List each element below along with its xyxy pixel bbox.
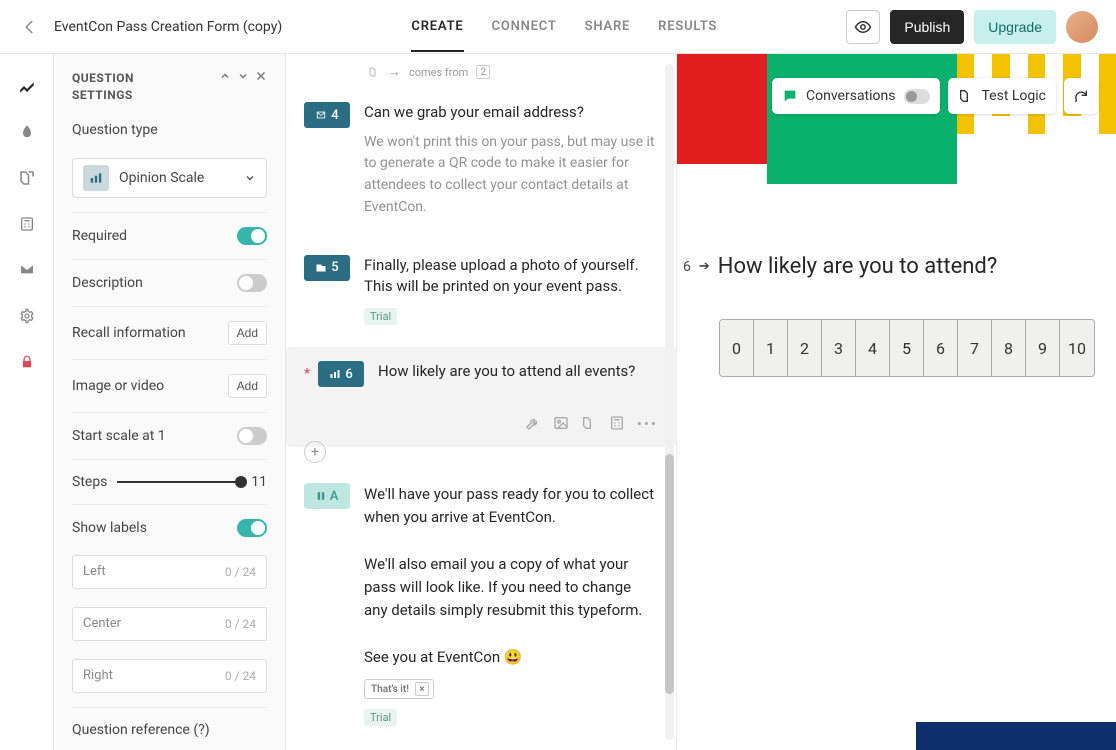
calc-icon[interactable] xyxy=(609,415,625,433)
arrow-right-icon: ➔ xyxy=(699,259,710,274)
conversations-chip[interactable]: Conversations xyxy=(772,78,939,114)
question-type-label: Question type xyxy=(72,122,267,138)
question-title: We'll have your pass ready for you to co… xyxy=(364,483,658,669)
rail-content-icon[interactable] xyxy=(0,64,54,108)
steps-slider[interactable] xyxy=(117,481,241,483)
scale-cell[interactable]: 2 xyxy=(788,320,822,376)
rail-followups-icon[interactable] xyxy=(0,248,54,292)
scrollbar-thumb[interactable] xyxy=(665,454,674,694)
question-item-end[interactable]: A We'll have your pass ready for you to … xyxy=(304,469,658,748)
scale-cell[interactable]: 4 xyxy=(856,320,890,376)
question-title: Finally, please upload a photo of yourse… xyxy=(364,255,658,299)
show-labels-label: Show labels xyxy=(72,520,147,536)
preview-footer-deco xyxy=(916,722,1116,750)
question-reference-label[interactable]: Question reference (?) xyxy=(72,707,267,750)
opinion-scale-icon xyxy=(83,165,109,191)
publish-button[interactable]: Publish xyxy=(890,10,964,44)
rail-design-icon[interactable] xyxy=(0,110,54,154)
tab-create[interactable]: CREATE xyxy=(411,1,463,52)
scale-cell[interactable]: 0 xyxy=(720,320,754,376)
close-icon[interactable]: × xyxy=(415,682,429,696)
scale-cell[interactable]: 6 xyxy=(924,320,958,376)
question-badge-file: 5 xyxy=(304,255,350,281)
preview-button[interactable] xyxy=(846,10,880,44)
trial-tag: Trial xyxy=(364,308,397,325)
settings-title: QUESTIONSETTINGS xyxy=(72,70,134,104)
question-badge-scale: 6 xyxy=(318,361,364,387)
rail-settings-icon[interactable] xyxy=(0,294,54,338)
question-type-select[interactable]: Opinion Scale xyxy=(72,158,267,198)
rail-logic-icon[interactable] xyxy=(0,156,54,200)
description-toggle[interactable] xyxy=(237,274,267,292)
question-badge-email: 4 xyxy=(304,102,350,128)
required-star-icon: * xyxy=(304,366,310,382)
more-icon[interactable]: ••• xyxy=(637,415,658,433)
trial-tag: Trial xyxy=(364,709,397,726)
label-left-input[interactable]: Left0 / 24 xyxy=(72,555,267,589)
question-title: Can we grab your email address? xyxy=(364,102,658,124)
required-label: Required xyxy=(72,228,127,244)
add-question-button[interactable]: + xyxy=(304,441,326,463)
question-type-value: Opinion Scale xyxy=(119,170,204,186)
media-label: Image or video xyxy=(72,378,164,394)
question-badge-end: A xyxy=(304,483,350,509)
chat-icon xyxy=(782,88,798,104)
wrench-icon[interactable] xyxy=(525,415,541,433)
back-button[interactable] xyxy=(18,15,42,39)
rail-lock-icon[interactable] xyxy=(0,340,54,384)
steps-label: Steps xyxy=(72,474,107,490)
branch-icon[interactable] xyxy=(581,415,597,433)
preview-question-title: How likely are you to attend? xyxy=(718,254,997,279)
test-logic-chip[interactable]: Test Logic xyxy=(948,78,1057,114)
tab-connect[interactable]: CONNECT xyxy=(492,1,557,52)
refresh-button[interactable] xyxy=(1064,78,1098,114)
scale-cell[interactable]: 1 xyxy=(754,320,788,376)
media-add-button[interactable]: Add xyxy=(228,374,267,398)
rail-calculator-icon[interactable] xyxy=(0,202,54,246)
label-center-input[interactable]: Center0 / 24 xyxy=(72,607,267,641)
scale-cell[interactable]: 8 xyxy=(992,320,1026,376)
thatsit-chip[interactable]: That's it! × xyxy=(364,679,434,699)
question-title: How likely are you to attend all events? xyxy=(378,361,658,383)
question-desc: We won't print this on your pass, but ma… xyxy=(364,132,658,219)
label-right-input[interactable]: Right0 / 24 xyxy=(72,659,267,693)
scale-cell[interactable]: 10 xyxy=(1060,320,1094,376)
tab-share[interactable]: SHARE xyxy=(585,1,631,52)
chevron-down-icon xyxy=(244,172,256,184)
branch-icon xyxy=(958,88,974,104)
logic-chip[interactable]: → comes from 2 xyxy=(368,64,490,80)
preview-question-number: 6 xyxy=(683,259,691,275)
settings-prev-icon[interactable] xyxy=(219,70,231,82)
start-at-1-label: Start scale at 1 xyxy=(72,428,166,444)
question-item-4[interactable]: 4 Can we grab your email address? We won… xyxy=(304,88,658,241)
scale-cell[interactable]: 9 xyxy=(1026,320,1060,376)
question-item-5[interactable]: 5 Finally, please upload a photo of your… xyxy=(304,241,658,348)
recall-label: Recall information xyxy=(72,325,186,341)
conversations-toggle[interactable] xyxy=(904,89,930,104)
start-at-1-toggle[interactable] xyxy=(237,427,267,445)
form-title[interactable]: EventCon Pass Creation Form (copy) xyxy=(54,19,282,35)
scale-cell[interactable]: 7 xyxy=(958,320,992,376)
scale-cell[interactable]: 3 xyxy=(822,320,856,376)
upgrade-button[interactable]: Upgrade xyxy=(974,10,1056,44)
question-item-6[interactable]: * 6 How likely are you to attend all eve… xyxy=(286,347,676,447)
opinion-scale: 012345678910 xyxy=(719,319,1095,377)
scale-cell[interactable]: 5 xyxy=(890,320,924,376)
image-icon[interactable] xyxy=(553,415,569,433)
tab-results[interactable]: RESULTS xyxy=(658,1,717,52)
description-label: Description xyxy=(72,275,143,291)
steps-value: 11 xyxy=(251,474,267,490)
settings-close-icon[interactable] xyxy=(255,70,267,82)
avatar[interactable] xyxy=(1066,11,1098,43)
settings-next-icon[interactable] xyxy=(237,70,249,82)
required-toggle[interactable] xyxy=(237,227,267,245)
recall-add-button[interactable]: Add xyxy=(228,321,267,345)
show-labels-toggle[interactable] xyxy=(237,519,267,537)
